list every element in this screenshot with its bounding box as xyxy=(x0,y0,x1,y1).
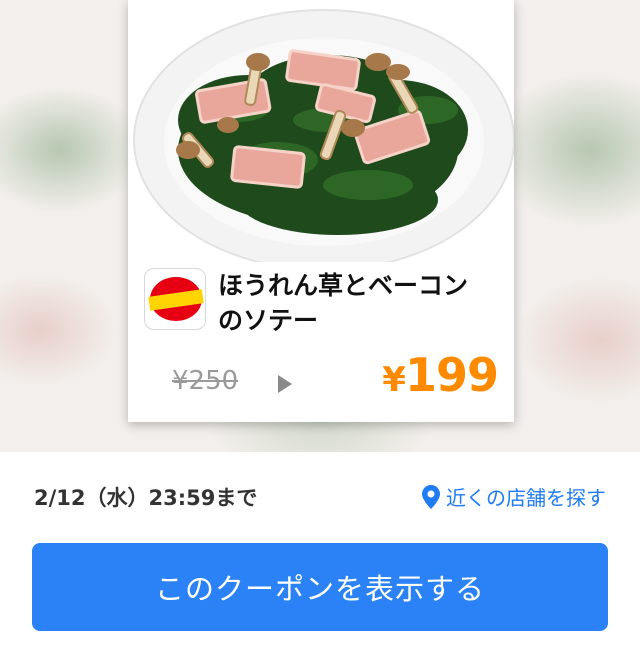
price-currency: ¥ xyxy=(382,360,406,400)
price-value: 199 xyxy=(404,348,499,402)
expiry-text: 2/12（水）23:59まで xyxy=(34,486,258,510)
discount-price: ¥199 xyxy=(378,348,499,402)
find-store-label: 近くの店舗を探す xyxy=(446,486,606,510)
coupon-title-line2: のソテー xyxy=(218,306,319,335)
brand-logo xyxy=(144,268,206,330)
play-arrow-icon xyxy=(278,375,292,393)
coupon-title: ほうれん草とベーコン のソテー xyxy=(218,268,508,338)
food-image xyxy=(128,0,514,262)
coupon-card[interactable]: ほうれん草とベーコン のソテー ¥250 ¥199 xyxy=(128,0,514,422)
show-coupon-button[interactable]: このクーポンを表示する xyxy=(32,543,608,631)
coupon-title-line1: ほうれん草とベーコン xyxy=(218,271,469,300)
find-store-link[interactable]: 近くの店舗を探す xyxy=(422,482,606,511)
coupon-footer: 2/12（水）23:59まで 近くの店舗を探す xyxy=(0,472,640,522)
location-pin-icon xyxy=(422,484,440,509)
hero-background: ほうれん草とベーコン のソテー ¥250 ¥199 xyxy=(0,0,640,452)
original-price: ¥250 xyxy=(172,366,239,396)
